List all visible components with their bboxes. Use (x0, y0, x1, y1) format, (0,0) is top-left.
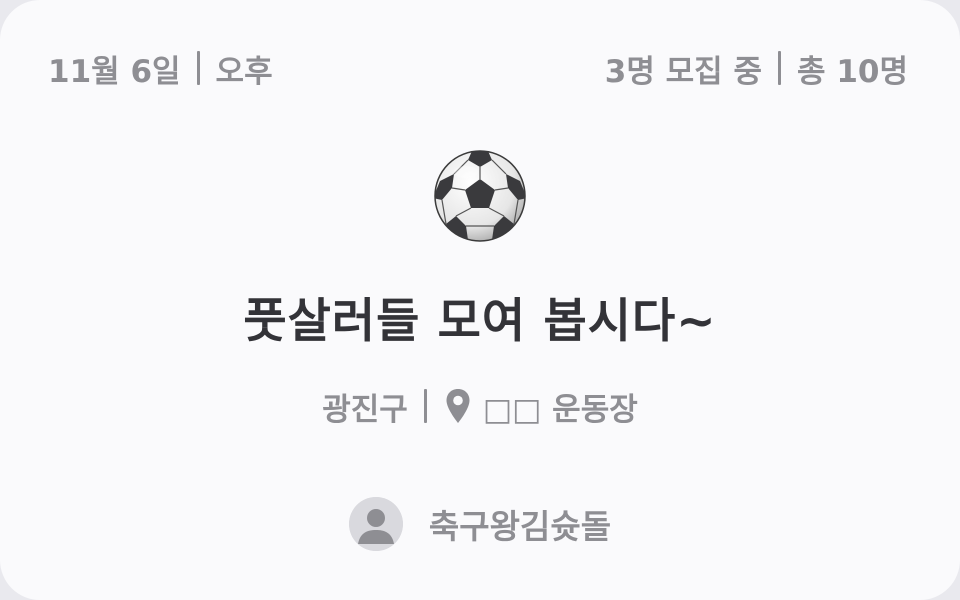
location-info: 광진구 □□ 운동장 (0, 382, 960, 430)
meetup-time: 오후 (215, 53, 273, 90)
recruiting-count: 3명 모집 중 (604, 53, 763, 90)
venue-label: □□ 운동장 (482, 391, 638, 428)
person-avatar-icon[interactable] (348, 497, 403, 551)
card-header: 11월 6일 오후 3명 모집 중 총 10명 (48, 44, 908, 92)
meetup-date: 11월 6일 (48, 53, 181, 90)
divider (423, 389, 427, 423)
total-count: 총 10명 (797, 53, 908, 90)
author-name[interactable]: 축구왕김슛돌 (429, 500, 611, 548)
meetup-card[interactable]: 11월 6일 오후 3명 모집 중 총 10명 풋살러들 모여 봅시다~ 광진구… (0, 0, 960, 600)
participant-info: 3명 모집 중 총 10명 (605, 46, 908, 91)
divider (778, 51, 782, 85)
schedule-info: 11월 6일 오후 (48, 46, 273, 91)
divider (196, 51, 200, 85)
author-info[interactable]: 축구왕김슛돌 (0, 494, 960, 554)
location-pin-icon (446, 389, 470, 423)
soccer-ball-icon (432, 148, 528, 244)
post-title: 풋살러들 모여 봅시다~ (243, 294, 717, 349)
district-label: 광진구 (322, 391, 408, 428)
